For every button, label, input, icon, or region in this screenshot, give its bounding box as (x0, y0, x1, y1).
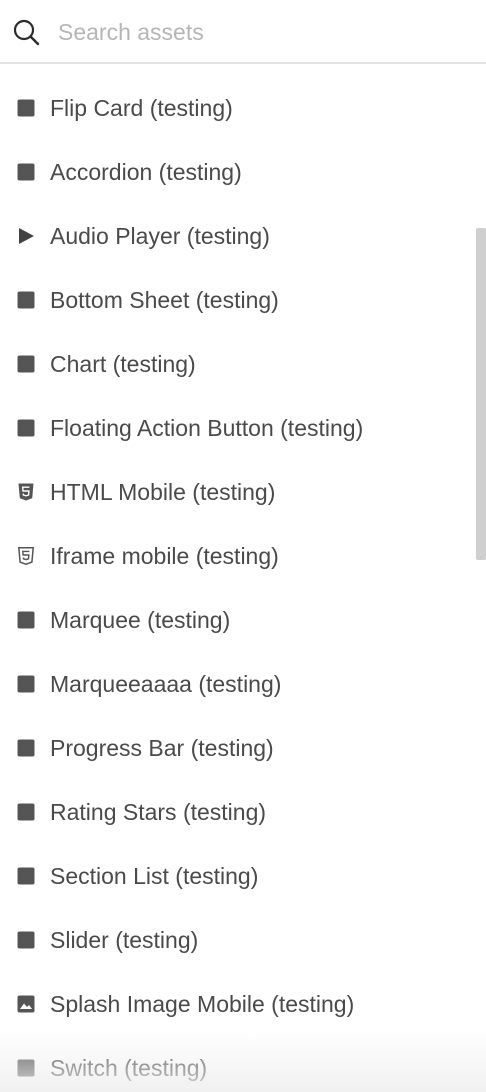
list-item[interactable]: Slider (testing) (0, 908, 486, 972)
list-item[interactable]: Switch (testing) (0, 1036, 486, 1092)
square-icon (17, 611, 35, 629)
square-icon (17, 291, 35, 309)
scrollbar-thumb[interactable] (476, 228, 486, 560)
list-item-label: Splash Image Mobile (testing) (50, 991, 355, 1017)
list-item-label: Iframe mobile (testing) (50, 543, 279, 569)
list-item[interactable]: HTML Mobile (testing) (0, 460, 486, 524)
list-item-label: Marquee (testing) (50, 607, 231, 633)
list-item[interactable]: Iframe mobile (testing) (0, 524, 486, 588)
list-item-label: Flip Card (testing) (50, 95, 233, 121)
search-bar (0, 0, 486, 64)
list-item[interactable]: Bottom Sheet (testing) (0, 268, 486, 332)
square-icon (17, 803, 35, 821)
list-item-label: Audio Player (testing) (50, 223, 270, 249)
list-item[interactable]: Accordion (testing) (0, 140, 486, 204)
list-item-label: Bottom Sheet (testing) (50, 287, 279, 313)
square-icon (17, 355, 35, 373)
list-item-label: Section List (testing) (50, 863, 259, 889)
list-item[interactable]: Section List (testing) (0, 844, 486, 908)
image-icon (17, 995, 35, 1013)
list-item[interactable]: Rating Stars (testing) (0, 780, 486, 844)
html5-outline-icon (17, 547, 35, 565)
list-item[interactable]: Floating Action Button (testing) (0, 396, 486, 460)
list-item[interactable]: Marquee (testing) (0, 588, 486, 652)
asset-panel: Flip Card (testing) Accordion (testing) Au… (0, 0, 486, 1092)
search-icon (13, 19, 40, 46)
list-item-label: Rating Stars (testing) (50, 799, 267, 825)
list-item-label: Switch (testing) (50, 1055, 208, 1081)
list-item-label: Marqueeaaaa (testing) (50, 671, 282, 697)
square-icon (17, 163, 35, 181)
list-item[interactable]: Marqueeaaaa (testing) (0, 652, 486, 716)
list-item-label: HTML Mobile (testing) (50, 479, 276, 505)
play-icon (17, 227, 35, 245)
square-icon (17, 419, 35, 437)
square-icon (17, 99, 35, 117)
list-item[interactable]: Audio Player (testing) (0, 204, 486, 268)
list-item[interactable]: Splash Image Mobile (testing) (0, 972, 486, 1036)
html5-icon (17, 483, 35, 501)
list-item-label: Slider (testing) (50, 927, 199, 953)
square-icon (17, 1059, 35, 1077)
square-icon (17, 931, 35, 949)
asset-list: Flip Card (testing) Accordion (testing) Au… (0, 76, 486, 1092)
list-item-label: Floating Action Button (testing) (50, 415, 364, 441)
list-item[interactable]: Flip Card (testing) (0, 76, 486, 140)
square-icon (17, 867, 35, 885)
square-icon (17, 739, 35, 757)
list-item[interactable]: Progress Bar (testing) (0, 716, 486, 780)
list-item[interactable]: Chart (testing) (0, 332, 486, 396)
square-icon (17, 675, 35, 693)
list-item-label: Chart (testing) (50, 351, 196, 377)
list-item-label: Accordion (testing) (50, 159, 242, 185)
search-input[interactable] (58, 14, 458, 50)
list-item-label: Progress Bar (testing) (50, 735, 274, 761)
